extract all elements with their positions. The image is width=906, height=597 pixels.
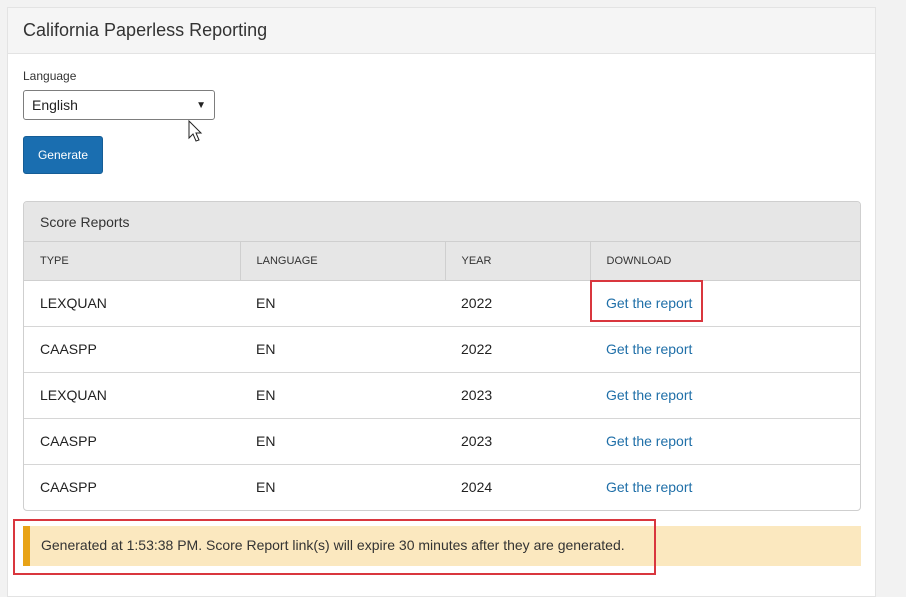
language-select-value: English [32,97,78,113]
table-row: LEXQUAN EN 2023 Get the report [24,372,860,419]
get-report-link[interactable]: Get the report [606,479,692,495]
caret-down-icon: ▼ [196,100,206,111]
language-select[interactable]: English ▼ [23,90,215,120]
cell-type: CAASPP [24,326,240,373]
cell-language: EN [240,280,445,327]
cell-download: Get the report [590,326,860,373]
table-row: CAASPP EN 2024 Get the report [24,464,860,510]
cell-download: Get the report [590,372,860,419]
cell-download: Get the report [590,280,860,327]
cell-download: Get the report [590,418,860,465]
page-title: California Paperless Reporting [23,20,268,40]
score-reports-card: Score Reports TYPE LANGUAGE YEAR DOWNLOA… [23,201,861,511]
get-report-link[interactable]: Get the report [606,341,692,357]
score-reports-table: TYPE LANGUAGE YEAR DOWNLOAD LEXQUAN EN 2… [24,242,860,510]
expiry-alert: Generated at 1:53:38 PM. Score Report li… [23,526,861,566]
cell-language: EN [256,479,276,496]
cell-year: 2022 [445,326,590,373]
language-label: Language [23,69,77,83]
column-header-type: TYPE [24,242,241,281]
cell-year: 2024 [461,479,493,496]
cell-language: EN [240,372,445,419]
table-header-row: TYPE LANGUAGE YEAR DOWNLOAD [24,242,860,281]
get-report-link[interactable]: Get the report [606,387,692,403]
cell-year: 2022 [445,280,590,327]
table-row: CAASPP EN 2023 Get the report [24,418,860,465]
cell-language: EN [240,418,445,465]
paperless-reporting-panel: California Paperless Reporting Language … [7,7,876,597]
cell-type: LEXQUAN [24,372,240,419]
table-row: CAASPP EN 2022 Get the report [24,326,860,373]
cell-download: Get the report [590,464,860,510]
cell-year: 2023 [445,418,590,465]
get-report-link[interactable]: Get the report [606,295,692,311]
get-report-link[interactable]: Get the report [606,433,692,449]
cell-type: LEXQUAN [24,280,240,327]
column-header-year: YEAR [445,242,591,281]
panel-header: California Paperless Reporting [8,8,875,54]
column-header-language: LANGUAGE [240,242,446,281]
cell-type: CAASPP [40,479,97,496]
expiry-alert-text: Generated at 1:53:38 PM. Score Report li… [41,537,625,553]
column-header-download: DOWNLOAD [590,242,860,281]
score-reports-title: Score Reports [24,202,860,242]
mouse-cursor-icon [188,120,203,142]
cell-language: EN [240,326,445,373]
generate-button[interactable]: Generate [23,136,103,174]
cell-year: 2023 [445,372,590,419]
table-row: LEXQUAN EN 2022 Get the report [24,280,860,327]
cell-type: CAASPP [24,418,240,465]
